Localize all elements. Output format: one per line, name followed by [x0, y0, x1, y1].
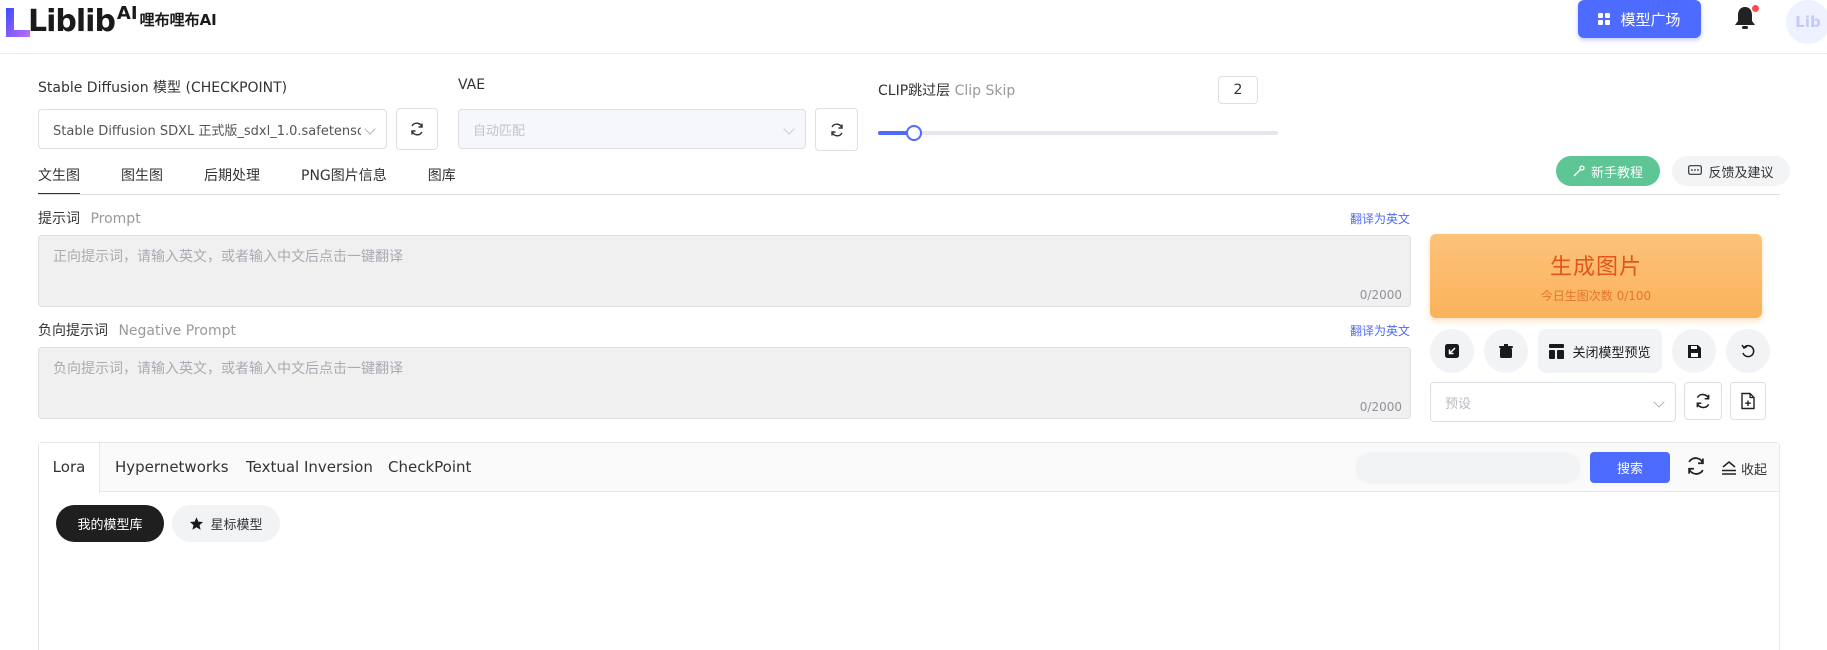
tab-hypernetworks[interactable]: Hypernetworks: [115, 443, 229, 492]
tutorial-label: 新手教程: [1590, 165, 1643, 181]
checkpoint-value: Stable Diffusion SDXL 正式版_sdxl_1.0.safet…: [53, 123, 361, 139]
tab-checkpoint[interactable]: CheckPoint: [388, 443, 471, 492]
prompt-label: 提示词 Prompt: [38, 208, 141, 228]
clip-skip-label-en: Clip Skip: [954, 83, 1016, 99]
model-square-button[interactable]: 模型广场: [1578, 0, 1701, 38]
clip-skip-label: CLIP跳过层 Clip Skip: [878, 80, 1015, 100]
refresh-vae-button[interactable]: [815, 108, 858, 151]
chevron-down-icon: [1653, 396, 1665, 408]
model-square-label: 模型广场: [1620, 10, 1681, 29]
negative-counter: 0/2000: [1359, 400, 1402, 414]
vae-select[interactable]: 自动匹配: [458, 109, 806, 149]
refresh-icon: [1688, 457, 1704, 475]
trash-icon: [1499, 344, 1513, 358]
negative-label-cn: 负向提示词: [38, 323, 108, 339]
tutorial-button[interactable]: 新手教程: [1556, 156, 1660, 186]
checkpoint-label: Stable Diffusion 模型 (CHECKPOINT): [38, 80, 288, 96]
layout-icon: [1549, 343, 1565, 359]
vae-label: VAE: [458, 77, 486, 93]
notification-dot: [1752, 5, 1759, 12]
refresh-icon: [830, 123, 843, 136]
tab-postprocess[interactable]: 后期处理: [204, 158, 260, 194]
prompt-placeholder: 正向提示词，请输入英文，或者输入中文后点击一键翻译: [53, 249, 403, 265]
vae-placeholder: 自动匹配: [473, 123, 526, 139]
tab-txt2img[interactable]: 文生图: [38, 158, 80, 195]
translate-prompt-link[interactable]: 翻译为英文: [1350, 210, 1410, 227]
refresh-icon: [1696, 393, 1710, 409]
feedback-label: 反馈及建议: [1708, 165, 1774, 181]
chevron-down-icon: [783, 123, 795, 135]
refresh-checkpoint-button[interactable]: [396, 108, 438, 150]
refresh-icon: [411, 122, 423, 136]
negative-placeholder: 负向提示词，请输入英文，或者输入中文后点击一键翻译: [53, 361, 403, 377]
tab-png-info[interactable]: PNG图片信息: [301, 158, 387, 194]
refresh-preset-button[interactable]: [1684, 382, 1722, 420]
tab-lora[interactable]: Lora: [39, 443, 100, 493]
prompt-counter: 0/2000: [1359, 288, 1402, 302]
collapse-label: 收起: [1741, 462, 1768, 478]
user-avatar[interactable]: Lib: [1786, 0, 1827, 44]
tab-img2img[interactable]: 图生图: [121, 158, 163, 194]
liblib-logo[interactable]: Liblib AI 哩布哩布AI: [0, 2, 217, 42]
save-button[interactable]: [1672, 329, 1716, 373]
tab-textual-inversion[interactable]: Textual Inversion: [246, 443, 373, 492]
clip-skip-slider-thumb[interactable]: [906, 125, 923, 141]
negative-prompt-label: 负向提示词 Negative Prompt: [38, 320, 236, 340]
starred-label: 星标模型: [210, 518, 263, 533]
clip-skip-label-cn: CLIP跳过层: [878, 83, 951, 99]
close-preview-label: 关闭模型预览: [1572, 345, 1651, 361]
prompt-label-en: Prompt: [90, 211, 141, 227]
logo-chinese: 哩布哩布AI: [139, 10, 217, 29]
close-model-preview-button[interactable]: 关闭模型预览: [1538, 329, 1662, 373]
undo-icon: [1741, 344, 1755, 358]
main-tabs: 文生图 图生图 后期处理 PNG图片信息 图库: [38, 158, 497, 195]
chevron-down-icon: [364, 123, 376, 135]
prompt-textarea[interactable]: 正向提示词，请输入英文，或者输入中文后点击一键翻译 0/2000: [38, 235, 1411, 307]
new-preset-button[interactable]: [1730, 382, 1766, 420]
file-add-icon: [1741, 392, 1755, 410]
collapse-up-icon: [1722, 461, 1736, 475]
logo-mark-icon: [4, 4, 36, 40]
logo-wordmark: Liblib: [28, 4, 116, 39]
daily-quota: 今日生图次数 0/100: [1540, 288, 1652, 303]
send-to-button[interactable]: [1430, 329, 1474, 373]
generate-image-button[interactable]: 生成图片 今日生图次数 0/100: [1430, 234, 1762, 318]
logo-ai: AI: [116, 2, 138, 24]
lora-search-input[interactable]: [1355, 452, 1581, 484]
my-model-library-button[interactable]: 我的模型库: [56, 505, 164, 542]
grid-icon: [1598, 13, 1611, 25]
reset-button[interactable]: [1726, 329, 1770, 373]
translate-negative-link[interactable]: 翻译为英文: [1350, 322, 1410, 339]
notification-bell-icon[interactable]: [1733, 5, 1759, 31]
preset-select[interactable]: 预设: [1430, 382, 1676, 422]
top-header: [0, 0, 1827, 54]
checkpoint-select[interactable]: Stable Diffusion SDXL 正式版_sdxl_1.0.safet…: [38, 109, 387, 149]
tab-gallery[interactable]: 图库: [428, 158, 456, 194]
refresh-lora-button[interactable]: [1685, 455, 1709, 479]
clip-skip-slider-track[interactable]: [878, 131, 1278, 135]
collapse-button[interactable]: 收起: [1720, 456, 1767, 480]
clip-skip-input[interactable]: 2: [1218, 76, 1258, 104]
tabs-divider: [38, 194, 1780, 195]
arrow-down-left-icon: [1445, 344, 1459, 358]
negative-prompt-textarea[interactable]: 负向提示词，请输入英文，或者输入中文后点击一键翻译 0/2000: [38, 347, 1411, 419]
negative-label-en: Negative Prompt: [118, 323, 236, 339]
generate-label: 生成图片: [1549, 254, 1642, 280]
search-button[interactable]: 搜索: [1590, 452, 1670, 483]
wand-icon: [1573, 165, 1585, 177]
clear-button[interactable]: [1484, 329, 1528, 373]
feedback-button[interactable]: 反馈及建议: [1672, 156, 1790, 186]
starred-models-button[interactable]: 星标模型: [172, 505, 280, 542]
preset-placeholder: 预设: [1445, 396, 1472, 412]
star-icon: [190, 517, 204, 530]
save-icon: [1687, 344, 1701, 358]
comment-icon: [1688, 165, 1703, 175]
prompt-label-cn: 提示词: [38, 211, 80, 227]
